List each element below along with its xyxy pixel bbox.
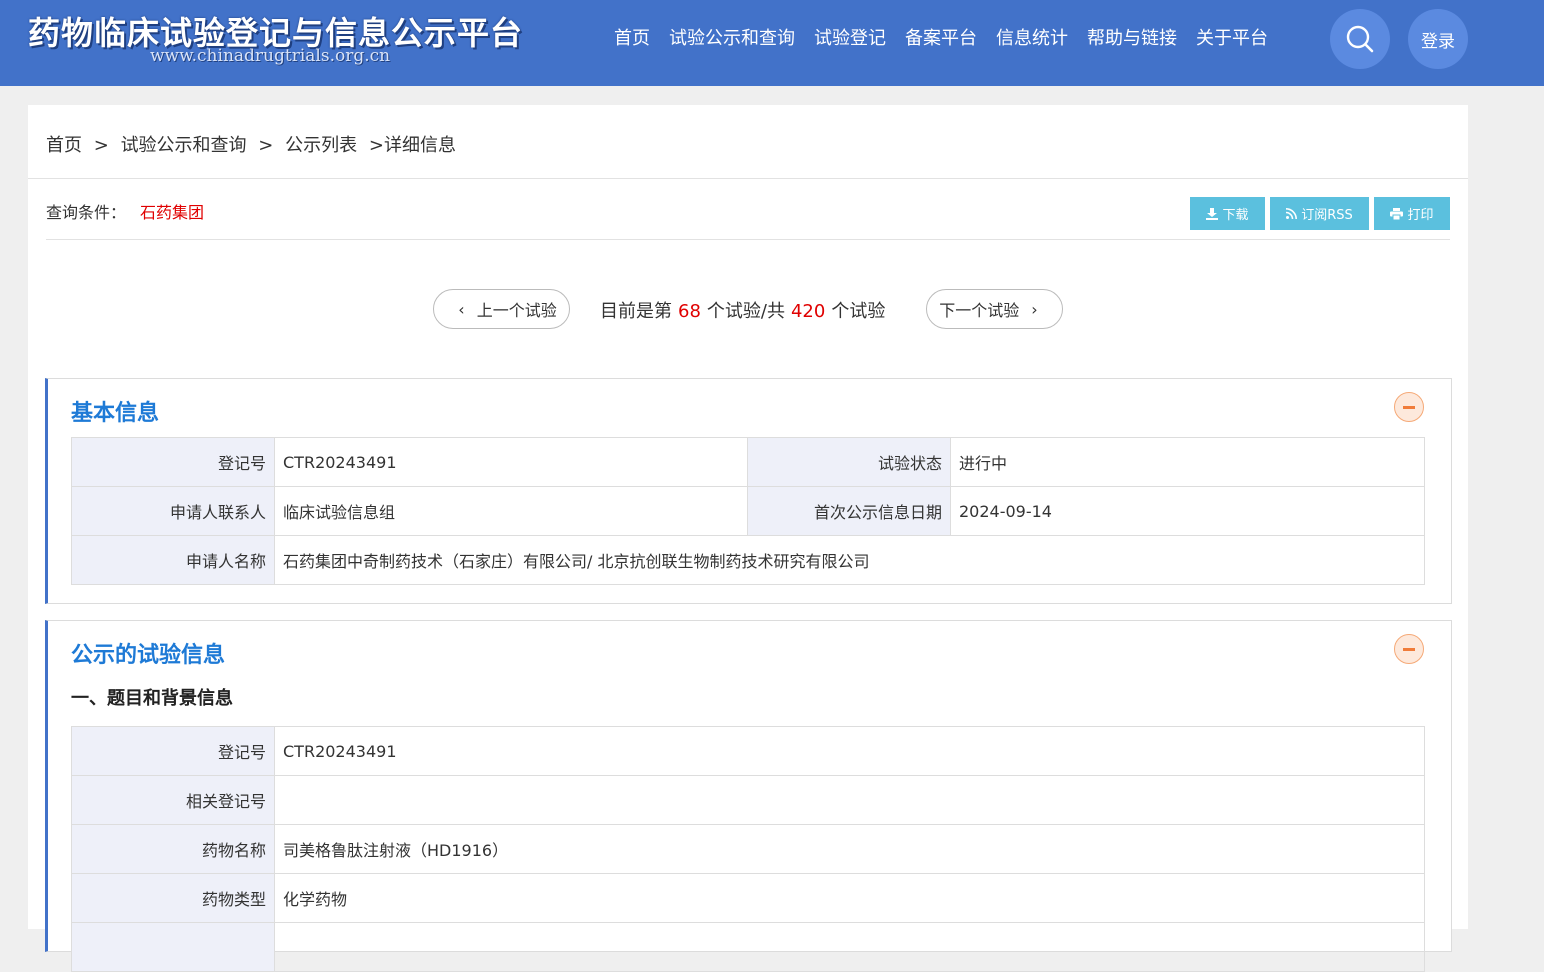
basic-info-table: 登记号 CTR20243491 试验状态 进行中 申请人联系人 临床试验信息组 … bbox=[71, 437, 1425, 585]
chevron-left-icon: ‹ bbox=[458, 299, 465, 319]
next-trial-button[interactable]: 下一个试验 › bbox=[926, 289, 1063, 329]
main-nav: 首页 试验公示和查询 试验登记 备案平台 信息统计 帮助与链接 关于平台 bbox=[614, 26, 1287, 52]
breadcrumb-trial-query[interactable]: 试验公示和查询 bbox=[121, 135, 247, 156]
pager-mid: 个试验/共 bbox=[706, 301, 785, 322]
field-label bbox=[71, 922, 275, 972]
field-label: 申请人联系人 bbox=[71, 486, 275, 536]
breadcrumb-separator: > bbox=[93, 135, 109, 156]
query-conditions: 查询条件： 石药集团 bbox=[46, 199, 204, 223]
prev-trial-label: 上一个试验 bbox=[476, 301, 557, 320]
breadcrumb-current: 详细信息 bbox=[383, 135, 456, 156]
rss-button[interactable]: 订阅RSS bbox=[1270, 197, 1369, 230]
field-label: 药物类型 bbox=[71, 873, 275, 923]
query-label: 查询条件： bbox=[46, 203, 127, 222]
search-button[interactable] bbox=[1330, 9, 1390, 69]
basic-info-panel: 基本信息 登记号 CTR20243491 试验状态 进行中 申请人联系人 临床试… bbox=[45, 378, 1452, 604]
nav-item-trial-query[interactable]: 试验公示和查询 bbox=[669, 26, 795, 52]
trial-info-title: 公示的试验信息 bbox=[71, 643, 226, 668]
field-value: 临床试验信息组 bbox=[274, 486, 748, 536]
main-content: 首页 > 试验公示和查询 > 公示列表 >详细信息 查询条件： 石药集团 下载 订… bbox=[28, 105, 1468, 972]
field-value: CTR20243491 bbox=[274, 726, 1425, 776]
breadcrumb-home[interactable]: 首页 bbox=[46, 135, 82, 156]
field-label: 试验状态 bbox=[747, 437, 951, 487]
breadcrumb-list[interactable]: 公示列表 bbox=[285, 135, 357, 156]
rss-icon bbox=[1286, 208, 1298, 219]
table-row: 登记号 CTR20243491 bbox=[71, 726, 1425, 776]
basic-info-title: 基本信息 bbox=[71, 401, 160, 426]
field-value: 进行中 bbox=[950, 437, 1425, 487]
divider bbox=[28, 178, 1468, 179]
login-button[interactable]: 登录 bbox=[1408, 9, 1468, 69]
print-button[interactable]: 打印 bbox=[1374, 197, 1450, 230]
field-value: 石药集团中奇制药技术（石家庄）有限公司/ 北京抗创联生物制药技术研究有限公司 bbox=[274, 535, 1425, 585]
query-value: 石药集团 bbox=[140, 203, 205, 222]
download-label: 下载 bbox=[1222, 208, 1249, 223]
table-row: 登记号 CTR20243491 试验状态 进行中 bbox=[71, 437, 1425, 487]
field-value bbox=[274, 775, 1425, 825]
field-value: 司美格鲁肽注射液（HD1916） bbox=[274, 824, 1425, 874]
nav-item-statistics[interactable]: 信息统计 bbox=[996, 26, 1068, 52]
field-label: 药物名称 bbox=[71, 824, 275, 874]
header: 药物临床试验登记与信息公示平台 www.chinadrugtrials.org.… bbox=[0, 0, 1544, 86]
pager-suffix: 个试验 bbox=[831, 301, 886, 322]
field-label: 申请人名称 bbox=[71, 535, 275, 585]
section-title: 一、题目和背景信息 bbox=[71, 688, 233, 709]
field-label: 登记号 bbox=[71, 437, 275, 487]
field-value: CTR20243491 bbox=[274, 437, 748, 487]
field-label: 首次公示信息日期 bbox=[747, 486, 951, 536]
prev-trial-button[interactable]: ‹ 上一个试验 bbox=[433, 289, 570, 329]
breadcrumb-separator: > bbox=[258, 135, 274, 156]
toolbar: 下载 订阅RSS 打印 bbox=[1190, 197, 1450, 230]
print-label: 打印 bbox=[1407, 208, 1434, 223]
site-logo-url: www.chinadrugtrials.org.cn bbox=[150, 46, 391, 66]
divider bbox=[46, 239, 1450, 240]
field-label: 相关登记号 bbox=[71, 775, 275, 825]
nav-item-home[interactable]: 首页 bbox=[614, 26, 650, 52]
minus-icon bbox=[1403, 405, 1415, 409]
table-row bbox=[71, 922, 1425, 972]
table-row: 申请人名称 石药集团中奇制药技术（石家庄）有限公司/ 北京抗创联生物制药技术研究… bbox=[71, 535, 1425, 585]
breadcrumb: 首页 > 试验公示和查询 > 公示列表 >详细信息 bbox=[46, 131, 456, 157]
trial-pager: ‹ 上一个试验 目前是第 68 个试验/共 420 个试验 下一个试验 › bbox=[28, 289, 1468, 331]
nav-item-filing[interactable]: 备案平台 bbox=[905, 26, 977, 52]
field-label: 登记号 bbox=[71, 726, 275, 776]
collapse-trial-info-button[interactable] bbox=[1394, 634, 1424, 664]
table-row: 药物名称 司美格鲁肽注射液（HD1916） bbox=[71, 824, 1425, 874]
table-row: 药物类型 化学药物 bbox=[71, 873, 1425, 923]
print-icon bbox=[1390, 207, 1404, 220]
pager-current: 68 bbox=[678, 301, 701, 322]
breadcrumb-separator: > bbox=[368, 135, 384, 156]
download-button[interactable]: 下载 bbox=[1190, 197, 1265, 230]
rss-label: 订阅RSS bbox=[1301, 208, 1353, 223]
field-value: 2024-09-14 bbox=[950, 486, 1425, 536]
trial-info-panel: 公示的试验信息 一、题目和背景信息 登记号 CTR20243491 相关登记号 … bbox=[45, 620, 1452, 972]
next-trial-label: 下一个试验 bbox=[939, 301, 1020, 320]
nav-item-about[interactable]: 关于平台 bbox=[1196, 26, 1268, 52]
pager-total: 420 bbox=[790, 301, 826, 322]
table-row: 相关登记号 bbox=[71, 775, 1425, 825]
pager-status: 目前是第 68 个试验/共 420 个试验 bbox=[600, 297, 885, 323]
field-value bbox=[274, 922, 1425, 972]
download-icon bbox=[1206, 207, 1219, 220]
pager-prefix: 目前是第 bbox=[600, 301, 672, 322]
collapse-basic-info-button[interactable] bbox=[1394, 392, 1424, 422]
nav-item-help[interactable]: 帮助与链接 bbox=[1087, 26, 1177, 52]
chevron-right-icon: › bbox=[1031, 299, 1038, 319]
minus-icon bbox=[1403, 647, 1415, 651]
field-value: 化学药物 bbox=[274, 873, 1425, 923]
search-icon bbox=[1346, 25, 1374, 53]
nav-item-trial-register[interactable]: 试验登记 bbox=[814, 26, 886, 52]
trial-info-table: 登记号 CTR20243491 相关登记号 药物名称 司美格鲁肽注射液（HD19… bbox=[71, 726, 1425, 972]
table-row: 申请人联系人 临床试验信息组 首次公示信息日期 2024-09-14 bbox=[71, 486, 1425, 536]
